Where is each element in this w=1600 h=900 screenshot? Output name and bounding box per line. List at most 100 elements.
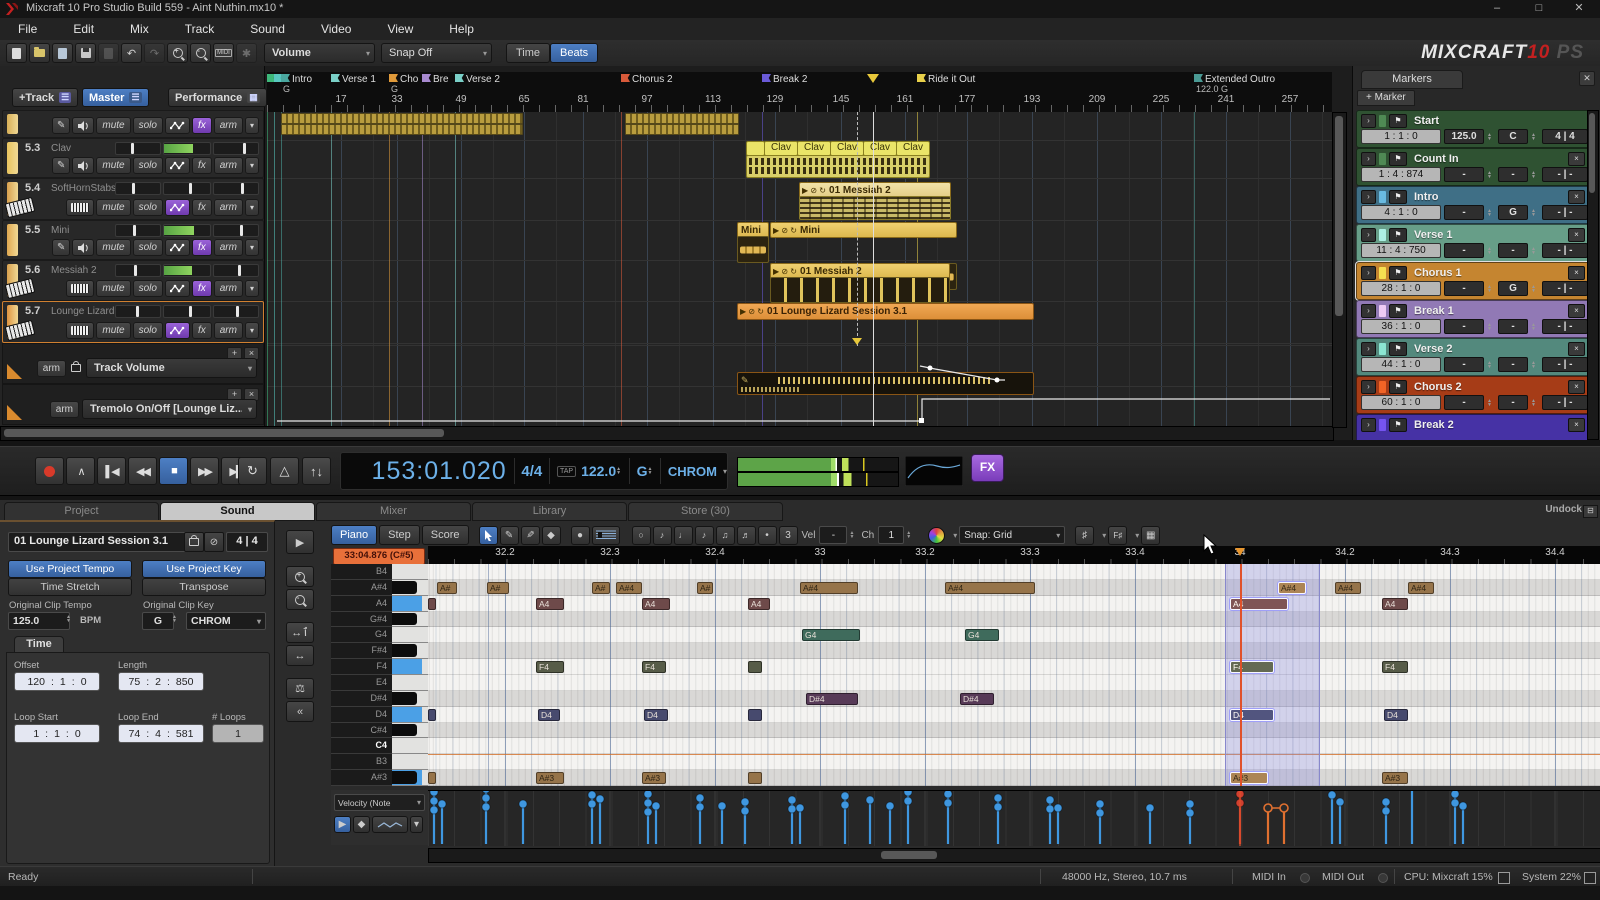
piano-key-As3[interactable]: A#3 — [331, 770, 428, 786]
marker-sig-field[interactable]: - | - — [1542, 395, 1588, 410]
marker-tempo-field[interactable]: - — [1444, 205, 1484, 220]
midi-note[interactable]: A#4 — [1408, 582, 1434, 594]
midi-note[interactable]: A# — [437, 582, 457, 594]
marker-key-spinner[interactable]: ▲▼ — [1531, 171, 1539, 179]
zoom-in-icon[interactable]: + — [167, 43, 188, 63]
marker-sig-field[interactable]: - | - — [1542, 281, 1588, 296]
beats-toggle-button[interactable]: Beats — [550, 43, 598, 63]
marker-tempo-field[interactable]: - — [1444, 167, 1484, 182]
midi-note[interactable]: D4 — [1384, 709, 1408, 721]
track-automation-button[interactable] — [165, 280, 190, 297]
length-field[interactable]: 75:2:850 — [118, 672, 204, 691]
channel-value[interactable]: 1 — [878, 526, 904, 544]
velocity-stems[interactable] — [428, 791, 1600, 846]
marker-key-field[interactable]: G — [1498, 205, 1528, 220]
track-mute-button[interactable]: mute — [96, 239, 130, 256]
track-row-top[interactable]: ✎mutesolofxarm▾ — [2, 110, 264, 138]
maximize-icon[interactable]: □ — [1520, 0, 1558, 18]
marker-close-icon[interactable]: × — [1568, 342, 1585, 356]
piano-key-Ds4[interactable]: D#4 — [331, 691, 428, 707]
piano-key-As4[interactable]: A#4 — [331, 580, 428, 596]
marker-key-field[interactable]: - — [1498, 167, 1528, 182]
marker-flag-icon[interactable]: ⚑ — [1389, 114, 1407, 128]
to-start-button[interactable]: ▌◀ — [97, 457, 126, 485]
midi-note[interactable]: A4 — [748, 598, 770, 610]
clip-wavebody[interactable] — [737, 236, 769, 263]
arrange-hscroll-thumb[interactable] — [4, 429, 444, 437]
undo-icon[interactable]: ↶ — [121, 43, 142, 63]
velocity-param-dropdown[interactable]: Velocity (Note▾ — [334, 794, 425, 811]
marker-expand-icon[interactable]: › — [1361, 380, 1376, 394]
midi-note[interactable]: A#3 — [536, 772, 564, 784]
loop-start-field[interactable]: 1:1:0 — [14, 724, 100, 743]
audio-settings-status[interactable]: 48000 Hz, Stereo, 10.7 ms — [1062, 871, 1187, 883]
piano-key-Fs4[interactable]: F#4 — [331, 643, 428, 659]
marker-tempo-spinner[interactable]: ▲▼ — [1487, 209, 1495, 217]
timeline-marker-flag[interactable]: Verse 1 — [331, 74, 376, 85]
marker-expand-icon[interactable]: › — [1361, 266, 1376, 280]
timeline-marker-flag[interactable]: Bre — [422, 74, 449, 85]
track-fx-button[interactable]: fx — [192, 117, 212, 134]
duration-eighth-button[interactable]: ♪ — [695, 526, 714, 545]
automation-arm-button[interactable]: arm — [50, 401, 79, 418]
num-loops-field[interactable]: 1 — [212, 724, 264, 743]
marker-flag-icon[interactable]: ⚑ — [1389, 418, 1407, 432]
track-pencil-icon[interactable]: ✎ — [52, 157, 70, 174]
orig-tempo-field[interactable]: 125.0 — [8, 612, 70, 630]
track-fx-button[interactable]: fx — [192, 322, 212, 339]
tab-mixer[interactable]: Mixer — [316, 502, 471, 521]
menu-help[interactable]: Help — [431, 18, 492, 40]
midi-note[interactable]: A#3 — [1230, 772, 1268, 784]
midi-note[interactable]: A4 — [536, 598, 564, 610]
marker-close-icon[interactable]: × — [1568, 152, 1585, 166]
marker-key-field[interactable]: - — [1498, 319, 1528, 334]
clip-clavbody[interactable] — [746, 155, 930, 178]
audio-clip-wave[interactable] — [281, 113, 523, 124]
marker-expand-icon[interactable]: › — [1361, 190, 1376, 204]
midi-note[interactable]: A# — [697, 582, 713, 594]
track-arm-button[interactable]: arm — [214, 117, 243, 134]
midi-note[interactable]: A#3 — [642, 772, 666, 784]
midi-note[interactable]: F4 — [1230, 661, 1274, 673]
velocity-curve-tool[interactable] — [372, 816, 408, 833]
piano-key-A4[interactable]: A4 — [331, 596, 428, 612]
marker-card-verse-2[interactable]: ›⚑Verse 2×44 : 1 : 0-▲▼-▲▼- | - — [1356, 338, 1590, 376]
marker-tempo-spinner[interactable]: ▲▼ — [1487, 323, 1495, 331]
track-automation-button[interactable] — [165, 322, 190, 339]
automation-param-dropdown[interactable]: Tremolo On/Off [Lounge Liz...▾ — [82, 399, 257, 419]
track-mute-button[interactable]: mute — [96, 157, 130, 174]
marker-flag-icon[interactable]: ⚑ — [1389, 304, 1407, 318]
playhead-flag[interactable] — [867, 74, 879, 83]
marker-tempo-spinner[interactable]: ▲▼ — [1487, 361, 1495, 369]
track-arm-button[interactable]: arm — [214, 157, 243, 174]
track-solo-button[interactable]: solo — [133, 199, 163, 216]
track-fx-button[interactable]: fx — [192, 239, 212, 256]
system-checkbox[interactable] — [1584, 872, 1596, 884]
transpose-button[interactable]: Transpose — [142, 578, 266, 596]
marker-sig-field[interactable]: - | - — [1542, 167, 1588, 182]
marker-tempo-field[interactable]: 125.0 — [1444, 129, 1484, 144]
stop-button[interactable]: ■ — [159, 457, 188, 485]
duration-quarter-button[interactable]: ♩ — [674, 526, 693, 545]
time-toggle-button[interactable]: Time — [506, 43, 550, 63]
midi-note[interactable] — [428, 772, 436, 784]
piano-key-Gs4[interactable]: G#4 — [331, 612, 428, 628]
track-automation-button[interactable] — [165, 199, 190, 216]
marker-tempo-spinner[interactable]: ▲▼ — [1487, 399, 1495, 407]
midi-note[interactable]: A# — [592, 582, 610, 594]
midi-note[interactable] — [748, 772, 762, 784]
tab-project[interactable]: Project — [4, 502, 159, 521]
track-instrument-icon[interactable] — [66, 322, 94, 339]
color-chevron-icon[interactable]: ▾ — [953, 531, 957, 540]
marker-key-spinner[interactable]: ▲▼ — [1531, 133, 1539, 141]
marker-tempo-field[interactable]: - — [1444, 395, 1484, 410]
track-solo-button[interactable]: solo — [133, 280, 163, 297]
menu-mix[interactable]: Mix — [112, 18, 167, 40]
undock-icon[interactable]: ⊟ — [1583, 505, 1598, 518]
midi-note[interactable]: A#3 — [1382, 772, 1408, 784]
clip-signature[interactable]: 4 | 4 — [226, 532, 268, 552]
midi-note[interactable]: A4 — [642, 598, 670, 610]
master-eq-display[interactable] — [905, 456, 963, 486]
scale-chevron-icon[interactable]: ▾ — [723, 467, 727, 476]
marker-expand-icon[interactable]: › — [1361, 418, 1376, 432]
